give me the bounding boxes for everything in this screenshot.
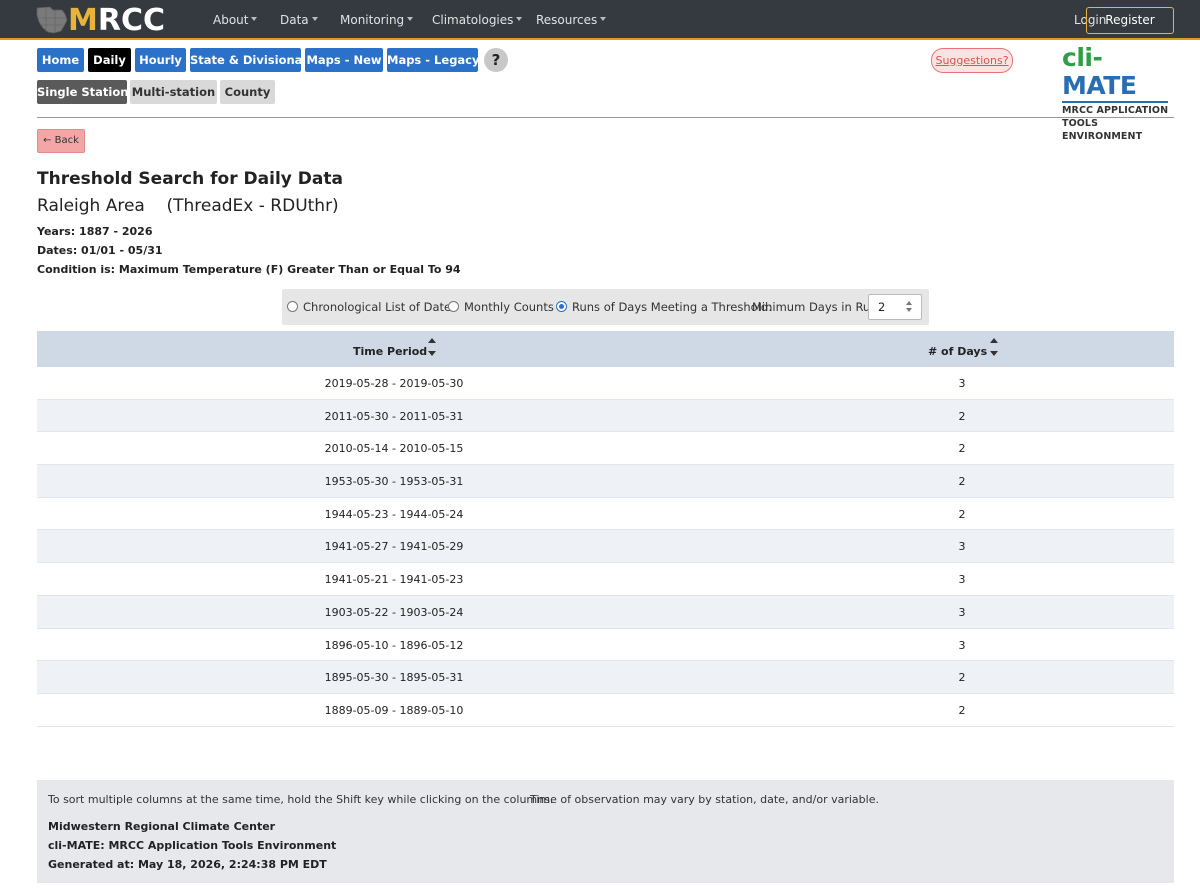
time-period-cell: 2019-05-28 - 2019-05-30 <box>324 377 464 390</box>
nav-climatologies[interactable]: Climatologies <box>432 13 523 27</box>
cli-mate-logo-subtitle-2: TOOLS ENVIRONMENT <box>1062 118 1143 142</box>
table-row: 1941-05-21 - 1941-05-23 3 <box>37 563 1174 596</box>
table-row: 1941-05-27 - 1941-05-29 3 <box>37 530 1174 564</box>
min-days-value: 2 <box>878 300 886 314</box>
chevron-down-icon <box>516 17 523 21</box>
footer-app: cli-MATE: MRCC Application Tools Environ… <box>48 839 337 852</box>
dates-range: Dates: 01/01 - 05/31 <box>37 244 163 257</box>
table-header: Time Period # of Days <box>37 331 1174 367</box>
tab-multi-station[interactable]: Multi-station <box>130 80 217 104</box>
divider <box>37 117 1174 118</box>
chevron-down-icon <box>600 17 607 21</box>
days-count-cell: 3 <box>958 377 966 390</box>
time-period-cell: 1889-05-09 - 1889-05-10 <box>324 703 464 717</box>
chevron-down-icon <box>407 17 414 21</box>
tab-daily[interactable]: Daily <box>88 48 131 72</box>
sort-icon[interactable] <box>990 338 999 359</box>
min-days-stepper[interactable]: 2 <box>868 294 922 320</box>
time-period-cell: 1953-05-30 - 1953-05-31 <box>324 475 464 489</box>
time-period-cell: 2011-05-30 - 2011-05-31 <box>324 409 464 423</box>
radio-chronological-label[interactable]: Chronological List of Dates <box>303 300 457 314</box>
tab-maps-legacy[interactable]: Maps - Legacy <box>387 48 480 72</box>
time-period-cell: 1896-05-10 - 1896-05-12 <box>324 638 464 652</box>
mrcc-logo[interactable]: MRCC <box>34 2 165 38</box>
tab-single-station[interactable]: Single Station <box>37 80 128 104</box>
sort-note: To sort multiple columns at the same tim… <box>48 793 554 806</box>
table-row: 1944-05-23 - 1944-05-24 2 <box>37 497 1174 531</box>
table-row: 2010-05-14 - 2010-05-15 2 <box>37 432 1174 466</box>
table-row: 1896-05-10 - 1896-05-12 3 <box>37 628 1174 662</box>
footer: To sort multiple columns at the same tim… <box>37 780 1174 883</box>
condition-text: Condition is: Maximum Temperature (F) Gr… <box>37 263 461 276</box>
spinner-icon[interactable] <box>906 301 914 313</box>
register-button[interactable]: Register <box>1086 7 1174 34</box>
table-row: 2019-05-28 - 2019-05-30 3 <box>37 367 1174 400</box>
chevron-down-icon <box>251 17 258 21</box>
mrcc-logo-text: MRCC <box>68 2 165 38</box>
observation-note: Time of observation may vary by station,… <box>530 793 879 806</box>
nav-monitoring[interactable]: Monitoring <box>340 13 414 27</box>
days-count-cell: 3 <box>958 540 966 554</box>
column-header-time-period[interactable]: Time Period <box>353 345 427 358</box>
tab-county[interactable]: County <box>220 80 275 104</box>
chevron-down-icon <box>311 17 318 21</box>
table-row: 1903-05-22 - 1903-05-24 3 <box>37 595 1174 629</box>
results-table: Time Period # of Days 2019-05-28 - 2019-… <box>37 331 1174 727</box>
help-icon[interactable]: ? <box>484 48 508 72</box>
cli-mate-logo[interactable]: cli-MATE MRCC APPLICATION TOOLS ENVIRONM… <box>1062 44 1174 143</box>
days-count-cell: 2 <box>958 671 966 685</box>
days-count-cell: 2 <box>958 703 966 717</box>
days-count-cell: 2 <box>958 475 966 489</box>
radio-monthly-counts[interactable] <box>448 301 459 312</box>
radio-runs-of-days-label[interactable]: Runs of Days Meeting a Threshold: <box>572 300 772 314</box>
table-row: 1953-05-30 - 1953-05-31 2 <box>37 465 1174 498</box>
time-period-cell: 1941-05-27 - 1941-05-29 <box>324 540 464 554</box>
nav-data[interactable]: Data <box>280 13 318 27</box>
days-count-cell: 3 <box>958 573 966 587</box>
tab-hourly[interactable]: Hourly <box>135 48 186 72</box>
days-count-cell: 2 <box>958 409 966 423</box>
radio-chronological[interactable] <box>287 301 298 312</box>
tab-state-divisional[interactable]: State & Divisional <box>190 48 306 72</box>
suggestions-button[interactable]: Suggestions? <box>931 48 1013 73</box>
days-count-cell: 3 <box>958 638 966 652</box>
column-header-num-days[interactable]: # of Days <box>928 345 987 358</box>
time-period-cell: 1944-05-23 - 1944-05-24 <box>324 507 464 521</box>
cli-mate-logo-subtitle-1: MRCC APPLICATION <box>1062 105 1169 116</box>
table-row: 1895-05-30 - 1895-05-31 2 <box>37 661 1174 694</box>
radio-runs-of-days[interactable] <box>556 301 567 312</box>
time-period-cell: 1903-05-22 - 1903-05-24 <box>324 605 464 619</box>
table-body: 2019-05-28 - 2019-05-30 3 2011-05-30 - 201… <box>37 367 1174 727</box>
nav-resources[interactable]: Resources <box>536 13 607 27</box>
days-count-cell: 3 <box>958 605 966 619</box>
time-period-cell: 2010-05-14 - 2010-05-15 <box>324 442 464 456</box>
page-title: Threshold Search for Daily Data <box>37 169 343 189</box>
station-name: Raleigh Area (ThreadEx - RDUthr) <box>37 196 339 216</box>
min-days-label: Minimum Days in Run <box>752 300 878 314</box>
top-navbar: MRCC About Data Monitoring Climatologies… <box>0 0 1200 40</box>
footer-org: Midwestern Regional Climate Center <box>48 820 276 833</box>
output-options: Chronological List of Dates Monthly Coun… <box>282 289 929 325</box>
back-button[interactable]: ← Back <box>37 129 85 153</box>
tab-home[interactable]: Home <box>37 48 84 72</box>
sort-icon[interactable] <box>428 338 437 359</box>
time-period-cell: 1895-05-30 - 1895-05-31 <box>324 671 464 685</box>
time-period-cell: 1941-05-21 - 1941-05-23 <box>324 573 464 587</box>
table-row: 1889-05-09 - 1889-05-10 2 <box>37 693 1174 727</box>
days-count-cell: 2 <box>958 507 966 521</box>
table-row: 2011-05-30 - 2011-05-31 2 <box>37 399 1174 433</box>
days-count-cell: 2 <box>958 442 966 456</box>
midwest-map-icon <box>36 6 68 34</box>
cli-mate-logo-rule <box>1062 101 1168 103</box>
radio-monthly-counts-label[interactable]: Monthly Counts <box>464 300 554 314</box>
tab-maps-new[interactable]: Maps - New <box>305 48 383 72</box>
years-range: Years: 1887 - 2026 <box>37 225 153 238</box>
generated-timestamp: Generated at: May 18, 2026, 2:24:38 PM E… <box>48 858 327 871</box>
cli-mate-logo-title: cli-MATE <box>1062 43 1137 100</box>
nav-about[interactable]: About <box>213 13 258 27</box>
